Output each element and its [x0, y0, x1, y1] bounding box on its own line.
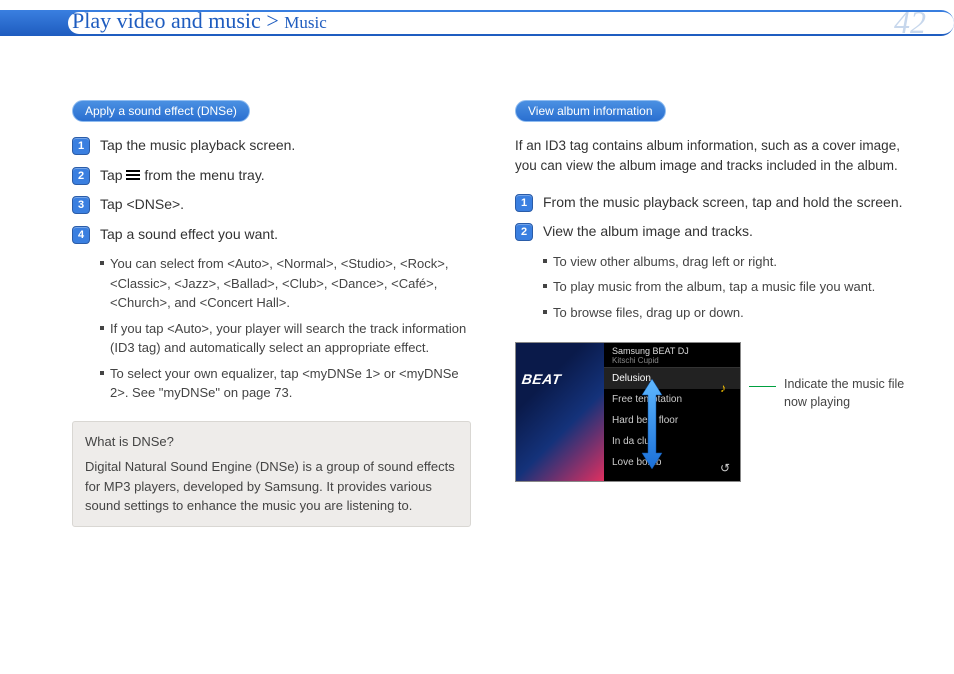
step-2-text: Tap from the menu tray. — [100, 166, 471, 186]
step-number-3: 3 — [72, 196, 90, 214]
menu-icon — [126, 170, 140, 180]
info-box-dnse: What is DNSe? Digital Natural Sound Engi… — [72, 421, 471, 527]
right-column: View album information If an ID3 tag con… — [515, 100, 914, 644]
breadcrumb-sub: Music — [284, 13, 327, 32]
track-list: Samsung BEAT DJ Kitschi Cupid Delusion F… — [604, 343, 740, 481]
info-body: Digital Natural Sound Engine (DNSe) is a… — [85, 457, 458, 516]
callout-text: Indicate the music file now playing — [784, 376, 914, 411]
callout-line — [749, 386, 776, 387]
step-1-text-r: From the music playback screen, tap and … — [543, 193, 914, 213]
intro-text: If an ID3 tag contains album information… — [515, 136, 914, 177]
bullet-text: If you tap <Auto>, your player will sear… — [110, 319, 471, 358]
album-art: BEAT — [516, 343, 604, 481]
step-1-text: Tap the music playback screen. — [100, 136, 471, 156]
step-number-2: 2 — [515, 223, 533, 241]
track-header: Samsung BEAT DJ Kitschi Cupid — [604, 343, 740, 368]
track-item: In da club — [604, 431, 740, 452]
info-title: What is DNSe? — [85, 432, 458, 452]
bullet-text: To view other albums, drag left or right… — [553, 252, 777, 272]
bullet-text: To browse files, drag up or down. — [553, 303, 744, 323]
step-number-1: 1 — [72, 137, 90, 155]
step-3-text: Tap <DNSe>. — [100, 195, 471, 215]
bullet-text: To select your own equalizer, tap <myDNS… — [110, 364, 471, 403]
breadcrumb-sep: > — [266, 8, 278, 33]
back-icon: ↺ — [720, 461, 730, 475]
track-item: Hard beat floor — [604, 410, 740, 431]
left-column: Apply a sound effect (DNSe) 1 Tap the mu… — [72, 100, 471, 644]
bullet-text: You can select from <Auto>, <Normal>, <S… — [110, 254, 471, 313]
step-2-text-r: View the album image and tracks. — [543, 222, 914, 242]
page-number: 42 — [894, 4, 926, 41]
device-screenshot: BEAT Samsung BEAT DJ Kitschi Cupid Delus… — [515, 342, 741, 482]
bullet-text: To play music from the album, tap a musi… — [553, 277, 875, 297]
drag-arrow-icon — [640, 379, 664, 469]
step-4-text: Tap a sound effect you want. — [100, 225, 471, 245]
step-number-4: 4 — [72, 226, 90, 244]
now-playing-icon: ♪ — [720, 381, 726, 395]
section-pill-dnse: Apply a sound effect (DNSe) — [72, 100, 250, 122]
section-pill-album: View album information — [515, 100, 666, 122]
breadcrumb: Play video and music > Music — [72, 8, 327, 34]
album-brand-text: BEAT — [521, 371, 562, 387]
step-number-2: 2 — [72, 167, 90, 185]
breadcrumb-main: Play video and music — [72, 8, 261, 33]
step-number-1: 1 — [515, 194, 533, 212]
